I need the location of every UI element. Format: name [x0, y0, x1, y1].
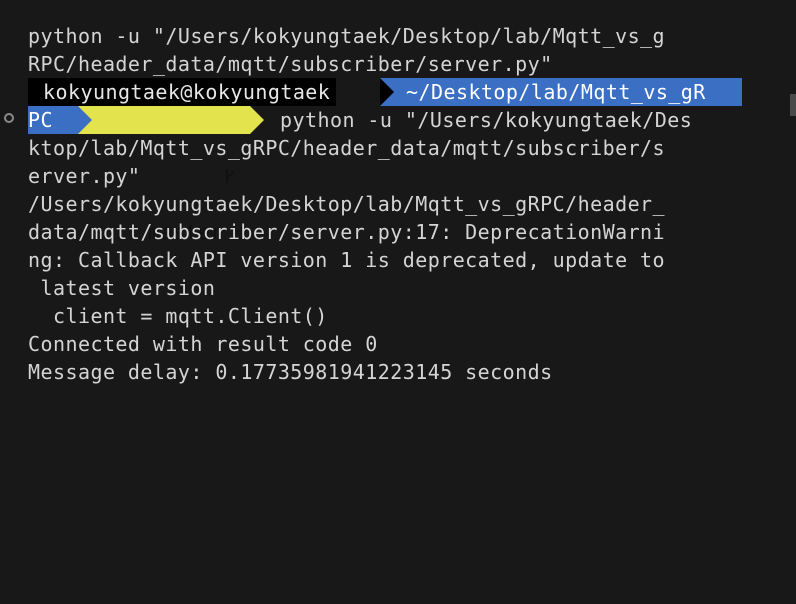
- terminal-line: erver.py": [28, 164, 141, 188]
- terminal-line: data/mqtt/subscriber/server.py:17: Depre…: [28, 220, 666, 244]
- terminal-line: RPC/header_data/mqtt/subscriber/server.p…: [28, 52, 553, 76]
- terminal-panel[interactable]: python -u "/Users/kokyungtaek/Des ktop/la…: [0, 0, 796, 604]
- terminal-line: /Users/kokyungtaek/Desktop/lab/Mqtt_vs_g…: [28, 192, 666, 216]
- terminal-line: Message delay: 0.17735981941223145 secon…: [28, 360, 553, 384]
- terminal-line: client = mqtt.Client(): [28, 304, 328, 328]
- prompt-path-continued: PC: [28, 106, 78, 134]
- scrollbar-thumb[interactable]: [790, 94, 796, 116]
- terminal-line: Connected with result code 0: [28, 332, 378, 356]
- prompt-separator-arrow: [380, 78, 394, 106]
- prompt-git-branch: master ±: [78, 106, 250, 244]
- prompt-user-host: kokyungtaek@kokyungtaek: [28, 78, 337, 106]
- prompt-separator-arrow: [250, 106, 264, 134]
- terminal-line: latest version: [28, 276, 216, 300]
- terminal-line: python -u "/Users/kokyungtaek/Desktop/la…: [28, 24, 666, 48]
- prompt-separator-arrow: [78, 106, 92, 134]
- prompt-path: ~/Desktop/lab/Mqtt_vs_gR: [380, 78, 742, 106]
- command-status-icon[interactable]: [4, 113, 14, 123]
- terminal-line: ng: Callback API version 1 is deprecated…: [28, 248, 666, 272]
- terminal-line: ktop/lab/Mqtt_vs_gRPC/header_data/mqtt/s…: [28, 136, 666, 160]
- terminal-command: python -u "/Users/kokyungtaek/Des: [280, 108, 693, 132]
